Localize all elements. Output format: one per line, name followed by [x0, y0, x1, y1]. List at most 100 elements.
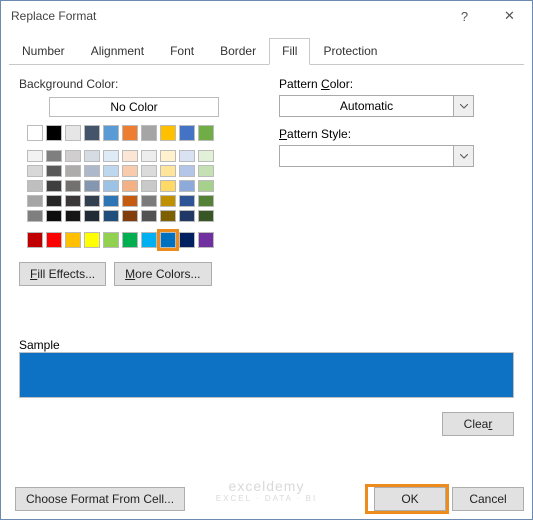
color-swatch[interactable] [84, 195, 100, 207]
replace-format-dialog: Replace Format ? ✕ Number Alignment Font… [0, 0, 533, 520]
color-swatch[interactable] [46, 125, 62, 141]
fill-effects-button[interactable]: Fill Effects... [19, 262, 106, 286]
color-swatch[interactable] [27, 165, 43, 177]
help-button[interactable]: ? [442, 1, 487, 31]
color-swatch[interactable] [141, 150, 157, 162]
color-swatch[interactable] [198, 125, 214, 141]
color-swatch[interactable] [65, 210, 81, 222]
color-swatch[interactable] [103, 195, 119, 207]
color-swatch[interactable] [179, 180, 195, 192]
tab-number[interactable]: Number [9, 38, 78, 65]
color-swatch[interactable] [141, 210, 157, 222]
sample-section: Sample [19, 338, 514, 398]
color-swatch[interactable] [141, 232, 157, 248]
tab-border[interactable]: Border [207, 38, 269, 65]
sample-preview [19, 352, 514, 398]
sample-label: Sample [19, 338, 60, 352]
color-swatch[interactable] [46, 180, 62, 192]
color-swatch[interactable] [179, 232, 195, 248]
color-swatch[interactable] [160, 150, 176, 162]
tab-font[interactable]: Font [157, 38, 207, 65]
color-swatch[interactable] [198, 180, 214, 192]
color-swatch[interactable] [27, 210, 43, 222]
pattern-section: Pattern Color: Automatic Pattern Style: [279, 77, 514, 286]
color-swatch[interactable] [122, 125, 138, 141]
color-swatch[interactable] [65, 195, 81, 207]
color-swatch[interactable] [65, 125, 81, 141]
color-swatch[interactable] [103, 150, 119, 162]
choose-format-from-cell-button[interactable]: Choose Format From Cell... [15, 487, 185, 511]
color-swatch[interactable] [27, 195, 43, 207]
color-swatch[interactable] [160, 232, 176, 248]
color-swatch[interactable] [27, 180, 43, 192]
color-swatch[interactable] [27, 125, 43, 141]
color-swatch[interactable] [27, 232, 43, 248]
color-swatch[interactable] [65, 165, 81, 177]
color-swatch[interactable] [179, 150, 195, 162]
color-swatch[interactable] [84, 150, 100, 162]
color-swatch[interactable] [122, 210, 138, 222]
pattern-color-value: Automatic [280, 99, 453, 113]
color-swatch[interactable] [103, 210, 119, 222]
color-swatch[interactable] [84, 165, 100, 177]
tab-alignment[interactable]: Alignment [78, 38, 157, 65]
pattern-style-select[interactable] [279, 145, 474, 167]
color-swatch[interactable] [141, 165, 157, 177]
color-swatch[interactable] [141, 125, 157, 141]
color-swatch[interactable] [122, 165, 138, 177]
color-swatch[interactable] [103, 125, 119, 141]
fill-tab-content: Background Color: No Color Fill Effects.… [1, 65, 532, 298]
color-swatch[interactable] [160, 125, 176, 141]
color-swatch[interactable] [65, 180, 81, 192]
pattern-color-select[interactable]: Automatic [279, 95, 474, 117]
window-title: Replace Format [11, 9, 96, 23]
color-swatch[interactable] [122, 232, 138, 248]
no-color-button[interactable]: No Color [49, 97, 219, 117]
color-swatch[interactable] [198, 150, 214, 162]
clear-button[interactable]: Clear [442, 412, 514, 436]
color-swatch[interactable] [122, 150, 138, 162]
pattern-style-label: Pattern Style: [279, 127, 514, 141]
color-swatch[interactable] [160, 210, 176, 222]
color-swatch[interactable] [179, 195, 195, 207]
color-swatch[interactable] [122, 180, 138, 192]
color-swatch[interactable] [179, 210, 195, 222]
color-swatch[interactable] [160, 195, 176, 207]
color-swatch[interactable] [84, 232, 100, 248]
color-swatch[interactable] [84, 125, 100, 141]
pattern-color-label: Pattern Color: [279, 77, 514, 91]
standard-color-row [27, 232, 249, 248]
tab-fill[interactable]: Fill [269, 38, 310, 65]
cancel-button[interactable]: Cancel [452, 487, 524, 511]
color-swatch[interactable] [179, 165, 195, 177]
close-button[interactable]: ✕ [487, 1, 532, 31]
color-swatch[interactable] [198, 210, 214, 222]
color-swatch[interactable] [27, 150, 43, 162]
color-swatch[interactable] [122, 195, 138, 207]
color-swatch[interactable] [46, 165, 62, 177]
color-swatch[interactable] [103, 165, 119, 177]
color-swatch[interactable] [65, 232, 81, 248]
color-swatch[interactable] [65, 150, 81, 162]
color-swatch[interactable] [160, 165, 176, 177]
color-swatch[interactable] [141, 195, 157, 207]
color-swatch[interactable] [46, 150, 62, 162]
more-colors-button[interactable]: More Colors... [114, 262, 211, 286]
color-swatch[interactable] [160, 180, 176, 192]
color-swatch[interactable] [46, 210, 62, 222]
color-swatch[interactable] [84, 180, 100, 192]
color-swatch[interactable] [198, 195, 214, 207]
color-swatch[interactable] [84, 210, 100, 222]
theme-color-grid [19, 125, 249, 222]
color-swatch[interactable] [46, 232, 62, 248]
color-swatch[interactable] [103, 232, 119, 248]
ok-button[interactable]: OK [374, 487, 446, 511]
color-swatch[interactable] [198, 232, 214, 248]
color-swatch[interactable] [198, 165, 214, 177]
tab-protection[interactable]: Protection [310, 38, 390, 65]
bottom-bar: Choose Format From Cell... OK Cancel [9, 487, 524, 511]
color-swatch[interactable] [141, 180, 157, 192]
color-swatch[interactable] [46, 195, 62, 207]
color-swatch[interactable] [179, 125, 195, 141]
color-swatch[interactable] [103, 180, 119, 192]
